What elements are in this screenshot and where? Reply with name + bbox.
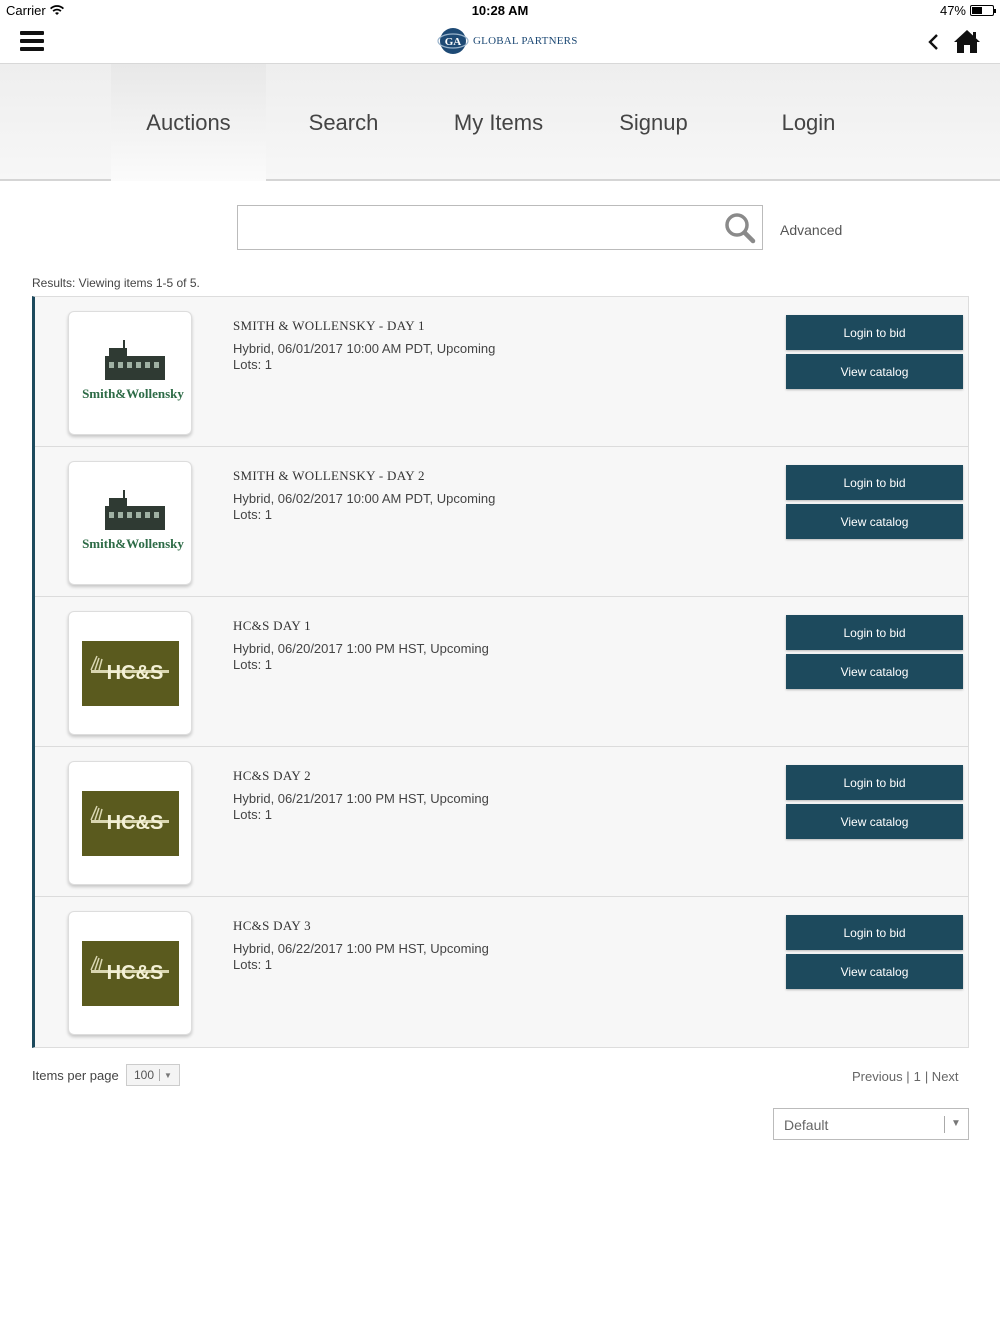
hcs-logo[interactable]: HC&S [68,611,192,735]
pagination: Previous | 1 | Next [852,1069,959,1084]
results-summary: Results: Viewing items 1-5 of 5. [32,276,200,290]
auction-meta: Hybrid, 06/02/2017 10:00 AM PDT, Upcomin… [233,491,496,506]
advanced-search-link[interactable]: Advanced [780,222,842,238]
login-to-bid-button[interactable]: Login to bid [786,315,963,350]
hcs-logo-icon: HC&S [82,791,179,856]
svg-text:HC&S: HC&S [107,962,164,984]
hcs-logo[interactable]: HC&S [68,761,192,885]
tab-search[interactable]: Search [266,64,421,181]
smith-wollensky-logo[interactable]: Smith&Wollensky [68,461,192,585]
search-icon[interactable] [724,212,756,244]
logo-text: GLOBAL PARTNERS [473,35,578,47]
clock: 10:28 AM [471,3,529,18]
list-item: Smith&Wollensky SMITH & WOLLENSKY - DAY … [35,297,969,447]
tab-auctions[interactable]: Auctions [111,64,266,181]
login-to-bid-button[interactable]: Login to bid [786,615,963,650]
status-bar: Carrier 10:28 AM 47% [0,0,1000,22]
auction-lots: Lots: 1 [233,507,273,522]
items-per-page-label: Items per page [32,1068,119,1083]
svg-text:GA: GA [445,36,462,48]
list-item: HC&S HC&S DAY 1 Hybrid, 06/20/2017 1:00 … [35,597,969,747]
auction-title[interactable]: SMITH & WOLLENSKY - DAY 2 [233,468,425,484]
tab-label: Signup [619,109,688,135]
smith-wollensky-logo[interactable]: Smith&Wollensky [68,311,192,435]
sort-select[interactable]: Default ▼ [773,1108,969,1140]
next-page-link[interactable]: | Next [925,1069,959,1084]
svg-text:HC&S: HC&S [107,812,164,834]
sort-value: Default [784,1117,829,1133]
battery-indicator: 47% [939,3,996,18]
list-item: HC&S HC&S DAY 3 Hybrid, 06/22/2017 1:00 … [35,897,969,1047]
tab-login[interactable]: Login [731,64,886,181]
back-chevron-icon[interactable] [924,30,944,54]
auction-meta: Hybrid, 06/20/2017 1:00 PM HST, Upcoming [233,641,489,656]
auction-lots: Lots: 1 [233,657,273,672]
building-icon: Smith&Wollensky [82,490,184,551]
auction-meta: Hybrid, 06/21/2017 1:00 PM HST, Upcoming [233,791,489,806]
auction-meta: Hybrid, 06/22/2017 1:00 PM HST, Upcoming [233,941,489,956]
list-item: HC&S HC&S DAY 2 Hybrid, 06/21/2017 1:00 … [35,747,969,897]
auction-title[interactable]: HC&S DAY 3 [233,918,311,934]
auction-title[interactable]: SMITH & WOLLENSKY - DAY 1 [233,318,425,334]
tab-signup[interactable]: Signup [576,64,731,181]
hcs-logo-icon: HC&S [82,941,179,1006]
auction-title[interactable]: HC&S DAY 1 [233,618,311,634]
view-catalog-button[interactable]: View catalog [786,504,963,539]
ga-globe-icon: GA [437,28,469,54]
battery-icon [970,5,996,16]
menu-icon[interactable] [20,31,44,51]
app-header: GA GLOBAL PARTNERS [0,22,1000,64]
hcs-logo-icon: HC&S [82,641,179,706]
previous-page-link[interactable]: Previous | [852,1069,910,1084]
tab-label: Auctions [146,109,231,135]
auction-lots: Lots: 1 [233,807,273,822]
svg-text:Smith&Wollensky: Smith&Wollensky [82,386,184,401]
main-nav: Auctions Search My Items Signup Login [0,64,1000,181]
view-catalog-button[interactable]: View catalog [786,954,963,989]
login-to-bid-button[interactable]: Login to bid [786,915,963,950]
auction-title[interactable]: HC&S DAY 2 [233,768,311,784]
dropdown-arrow-icon: ▼ [951,1118,961,1129]
svg-text:HC&S: HC&S [107,662,164,684]
tab-label: Search [308,109,379,135]
items-per-page-value: 100 [134,1068,155,1082]
hcs-logo[interactable]: HC&S [68,911,192,1035]
auction-meta: Hybrid, 06/01/2017 10:00 AM PDT, Upcomin… [233,341,496,356]
page-number-link[interactable]: 1 [914,1069,921,1084]
search-box [237,205,763,250]
login-to-bid-button[interactable]: Login to bid [786,765,963,800]
list-item: Smith&Wollensky SMITH & WOLLENSKY - DAY … [35,447,969,597]
search-input[interactable] [238,206,718,249]
view-catalog-button[interactable]: View catalog [786,654,963,689]
global-partners-logo[interactable]: GA GLOBAL PARTNERS [437,26,578,56]
home-icon[interactable] [953,28,981,54]
tab-label: My Items [453,109,544,135]
svg-text:Smith&Wollensky: Smith&Wollensky [82,536,184,551]
view-catalog-button[interactable]: View catalog [786,804,963,839]
view-catalog-button[interactable]: View catalog [786,354,963,389]
building-icon: Smith&Wollensky [82,340,184,401]
auction-lots: Lots: 1 [233,957,273,972]
battery-percent: 47% [939,3,966,18]
tab-my-items[interactable]: My Items [421,64,576,181]
items-per-page-select[interactable]: 100 ▼ [126,1064,180,1086]
login-to-bid-button[interactable]: Login to bid [786,465,963,500]
tab-label: Login [781,109,836,135]
auction-list: Smith&Wollensky SMITH & WOLLENSKY - DAY … [32,296,969,1048]
dropdown-arrow-icon: ▼ [164,1070,172,1080]
auction-lots: Lots: 1 [233,357,273,372]
